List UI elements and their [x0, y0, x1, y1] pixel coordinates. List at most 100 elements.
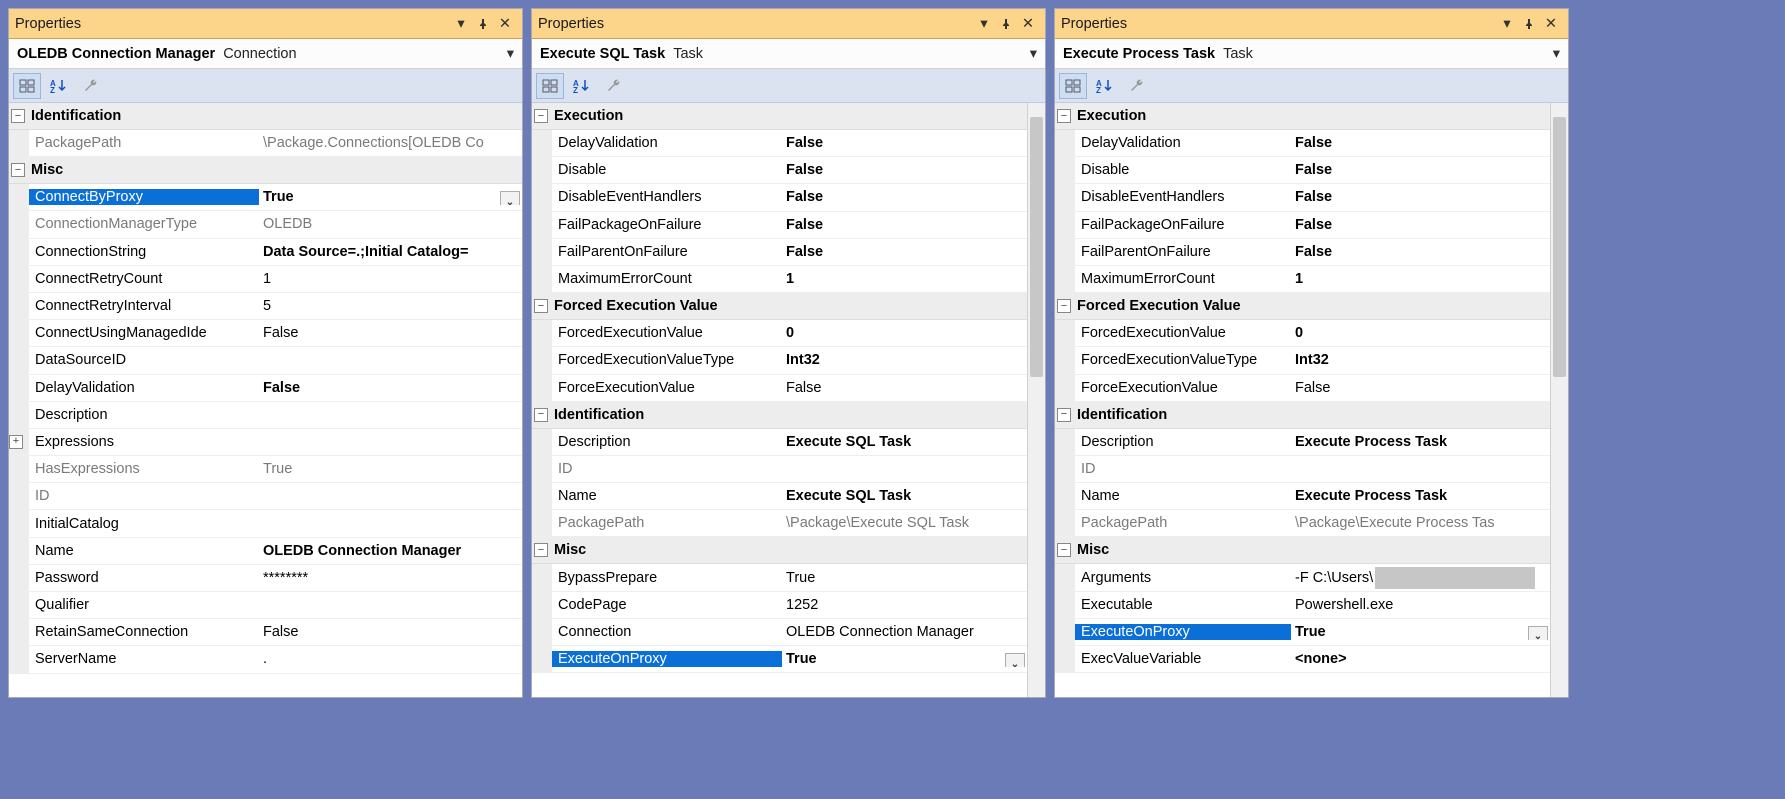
prop-disableeventhandlers[interactable]: DisableEventHandlersFalse	[532, 184, 1027, 211]
prop-qualifier[interactable]: Qualifier	[9, 592, 522, 619]
chevron-down-icon[interactable]: ▾	[1030, 46, 1037, 62]
menu-icon[interactable]: ▾	[450, 13, 472, 35]
prop-forceexecutionvalue[interactable]: ForceExecutionValueFalse	[532, 375, 1027, 402]
prop-connectionstring[interactable]: ConnectionStringData Source=.;Initial Ca…	[9, 239, 522, 266]
prop-failparentonfailure[interactable]: FailParentOnFailureFalse	[532, 239, 1027, 266]
collapse-icon[interactable]: −	[534, 408, 548, 422]
prop-packagepath[interactable]: PackagePath\Package\Execute SQL Task	[532, 510, 1027, 537]
alphabetical-icon[interactable]: AZ	[568, 73, 596, 99]
object-selector[interactable]: Execute SQL Task Task ▾	[532, 39, 1045, 69]
prop-id[interactable]: ID	[1055, 456, 1550, 483]
prop-maximumerrorcount[interactable]: MaximumErrorCount1	[532, 266, 1027, 293]
prop-forcedexecutionvalue[interactable]: ForcedExecutionValue0	[1055, 320, 1550, 347]
collapse-icon[interactable]: −	[534, 109, 548, 123]
prop-executable[interactable]: ExecutablePowershell.exe	[1055, 592, 1550, 619]
prop-password[interactable]: Password********	[9, 565, 522, 592]
collapse-icon[interactable]: −	[534, 543, 548, 557]
prop-packagepath[interactable]: PackagePath\Package.Connections[OLEDB Co	[9, 130, 522, 157]
prop-disable[interactable]: DisableFalse	[1055, 157, 1550, 184]
titlebar[interactable]: Properties ▾ ✕	[532, 9, 1045, 39]
pin-icon[interactable]	[472, 13, 494, 35]
prop-description[interactable]: DescriptionExecute SQL Task	[532, 429, 1027, 456]
prop-delayvalidation[interactable]: DelayValidationFalse	[1055, 130, 1550, 157]
close-icon[interactable]: ✕	[494, 13, 516, 35]
dropdown-icon[interactable]: ⌄	[1005, 653, 1025, 667]
prop-name[interactable]: NameExecute Process Task	[1055, 483, 1550, 510]
prop-id[interactable]: ID	[9, 483, 522, 510]
prop-connection[interactable]: ConnectionOLEDB Connection Manager	[532, 619, 1027, 646]
prop-expressions[interactable]: +Expressions	[9, 429, 522, 456]
menu-icon[interactable]: ▾	[973, 13, 995, 35]
categorized-icon[interactable]	[13, 73, 41, 99]
close-icon[interactable]: ✕	[1017, 13, 1039, 35]
collapse-icon[interactable]: −	[11, 109, 25, 123]
prop-forcedexecutionvaluetype[interactable]: ForcedExecutionValueTypeInt32	[1055, 347, 1550, 374]
category-identification[interactable]: −Identification	[1055, 402, 1550, 429]
pin-icon[interactable]	[995, 13, 1017, 35]
titlebar[interactable]: Properties ▾ ✕	[1055, 9, 1568, 39]
prop-forcedexecutionvalue[interactable]: ForcedExecutionValue0	[532, 320, 1027, 347]
collapse-icon[interactable]: −	[1057, 299, 1071, 313]
collapse-icon[interactable]: −	[11, 163, 25, 177]
prop-failparentonfailure[interactable]: FailParentOnFailureFalse	[1055, 239, 1550, 266]
prop-delayvalidation[interactable]: DelayValidationFalse	[9, 375, 522, 402]
category-identification[interactable]: −Identification	[532, 402, 1027, 429]
dropdown-icon[interactable]: ⌄	[1528, 626, 1548, 640]
prop-connectbyproxy[interactable]: ConnectByProxyTrue⌄	[9, 184, 522, 211]
category-misc[interactable]: −Misc	[1055, 537, 1550, 564]
scrollbar-thumb[interactable]	[1553, 117, 1566, 377]
collapse-icon[interactable]: −	[1057, 109, 1071, 123]
close-icon[interactable]: ✕	[1540, 13, 1562, 35]
category-identification[interactable]: −Identification	[9, 103, 522, 130]
prop-executeonproxy[interactable]: ExecuteOnProxyTrue⌄	[532, 646, 1027, 673]
expand-icon[interactable]: +	[9, 435, 23, 449]
prop-initialcatalog[interactable]: InitialCatalog	[9, 510, 522, 537]
menu-icon[interactable]: ▾	[1496, 13, 1518, 35]
prop-connectretrycount[interactable]: ConnectRetryCount1	[9, 266, 522, 293]
prop-bypassprepare[interactable]: BypassPrepareTrue	[532, 564, 1027, 591]
prop-connectretryinterval[interactable]: ConnectRetryInterval5	[9, 293, 522, 320]
scrollbar[interactable]	[1550, 103, 1568, 697]
property-grid[interactable]: −Execution DelayValidationFalse DisableF…	[1055, 103, 1550, 697]
category-execution[interactable]: −Execution	[532, 103, 1027, 130]
category-forced-execution-value[interactable]: −Forced Execution Value	[532, 293, 1027, 320]
prop-name[interactable]: NameExecute SQL Task	[532, 483, 1027, 510]
prop-maximumerrorcount[interactable]: MaximumErrorCount1	[1055, 266, 1550, 293]
category-misc[interactable]: −Misc	[9, 157, 522, 184]
prop-executeonproxy[interactable]: ExecuteOnProxyTrue⌄	[1055, 619, 1550, 646]
scrollbar-thumb[interactable]	[1030, 117, 1043, 377]
property-grid[interactable]: −Identification PackagePath\Package.Conn…	[9, 103, 522, 697]
category-forced-execution-value[interactable]: −Forced Execution Value	[1055, 293, 1550, 320]
object-selector[interactable]: OLEDB Connection Manager Connection ▾	[9, 39, 522, 69]
category-execution[interactable]: −Execution	[1055, 103, 1550, 130]
prop-description[interactable]: Description	[9, 402, 522, 429]
prop-codepage[interactable]: CodePage1252	[532, 592, 1027, 619]
collapse-icon[interactable]: −	[534, 299, 548, 313]
chevron-down-icon[interactable]: ▾	[507, 46, 514, 62]
collapse-icon[interactable]: −	[1057, 408, 1071, 422]
prop-datasourceid[interactable]: DataSourceID	[9, 347, 522, 374]
prop-forceexecutionvalue[interactable]: ForceExecutionValueFalse	[1055, 375, 1550, 402]
prop-disable[interactable]: DisableFalse	[532, 157, 1027, 184]
categorized-icon[interactable]	[1059, 73, 1087, 99]
categorized-icon[interactable]	[536, 73, 564, 99]
prop-execvaluevariable[interactable]: ExecValueVariable<none>	[1055, 646, 1550, 673]
prop-packagepath[interactable]: PackagePath\Package\Execute Process Tas	[1055, 510, 1550, 537]
prop-disableeventhandlers[interactable]: DisableEventHandlersFalse	[1055, 184, 1550, 211]
chevron-down-icon[interactable]: ▾	[1553, 46, 1560, 62]
prop-failpackageonfailure[interactable]: FailPackageOnFailureFalse	[532, 212, 1027, 239]
prop-retainsameconnection[interactable]: RetainSameConnectionFalse	[9, 619, 522, 646]
wrench-icon[interactable]	[600, 73, 628, 99]
titlebar[interactable]: Properties ▾ ✕	[9, 9, 522, 39]
pin-icon[interactable]	[1518, 13, 1540, 35]
wrench-icon[interactable]	[1123, 73, 1151, 99]
category-misc[interactable]: −Misc	[532, 537, 1027, 564]
prop-connectionmanagertype[interactable]: ConnectionManagerTypeOLEDB	[9, 211, 522, 238]
prop-delayvalidation[interactable]: DelayValidationFalse	[532, 130, 1027, 157]
prop-hasexpressions[interactable]: HasExpressionsTrue	[9, 456, 522, 483]
dropdown-icon[interactable]: ⌄	[500, 191, 520, 205]
prop-connectusingmanagedide[interactable]: ConnectUsingManagedIdeFalse	[9, 320, 522, 347]
alphabetical-icon[interactable]: AZ	[45, 73, 73, 99]
prop-name[interactable]: NameOLEDB Connection Manager	[9, 538, 522, 565]
prop-id[interactable]: ID	[532, 456, 1027, 483]
